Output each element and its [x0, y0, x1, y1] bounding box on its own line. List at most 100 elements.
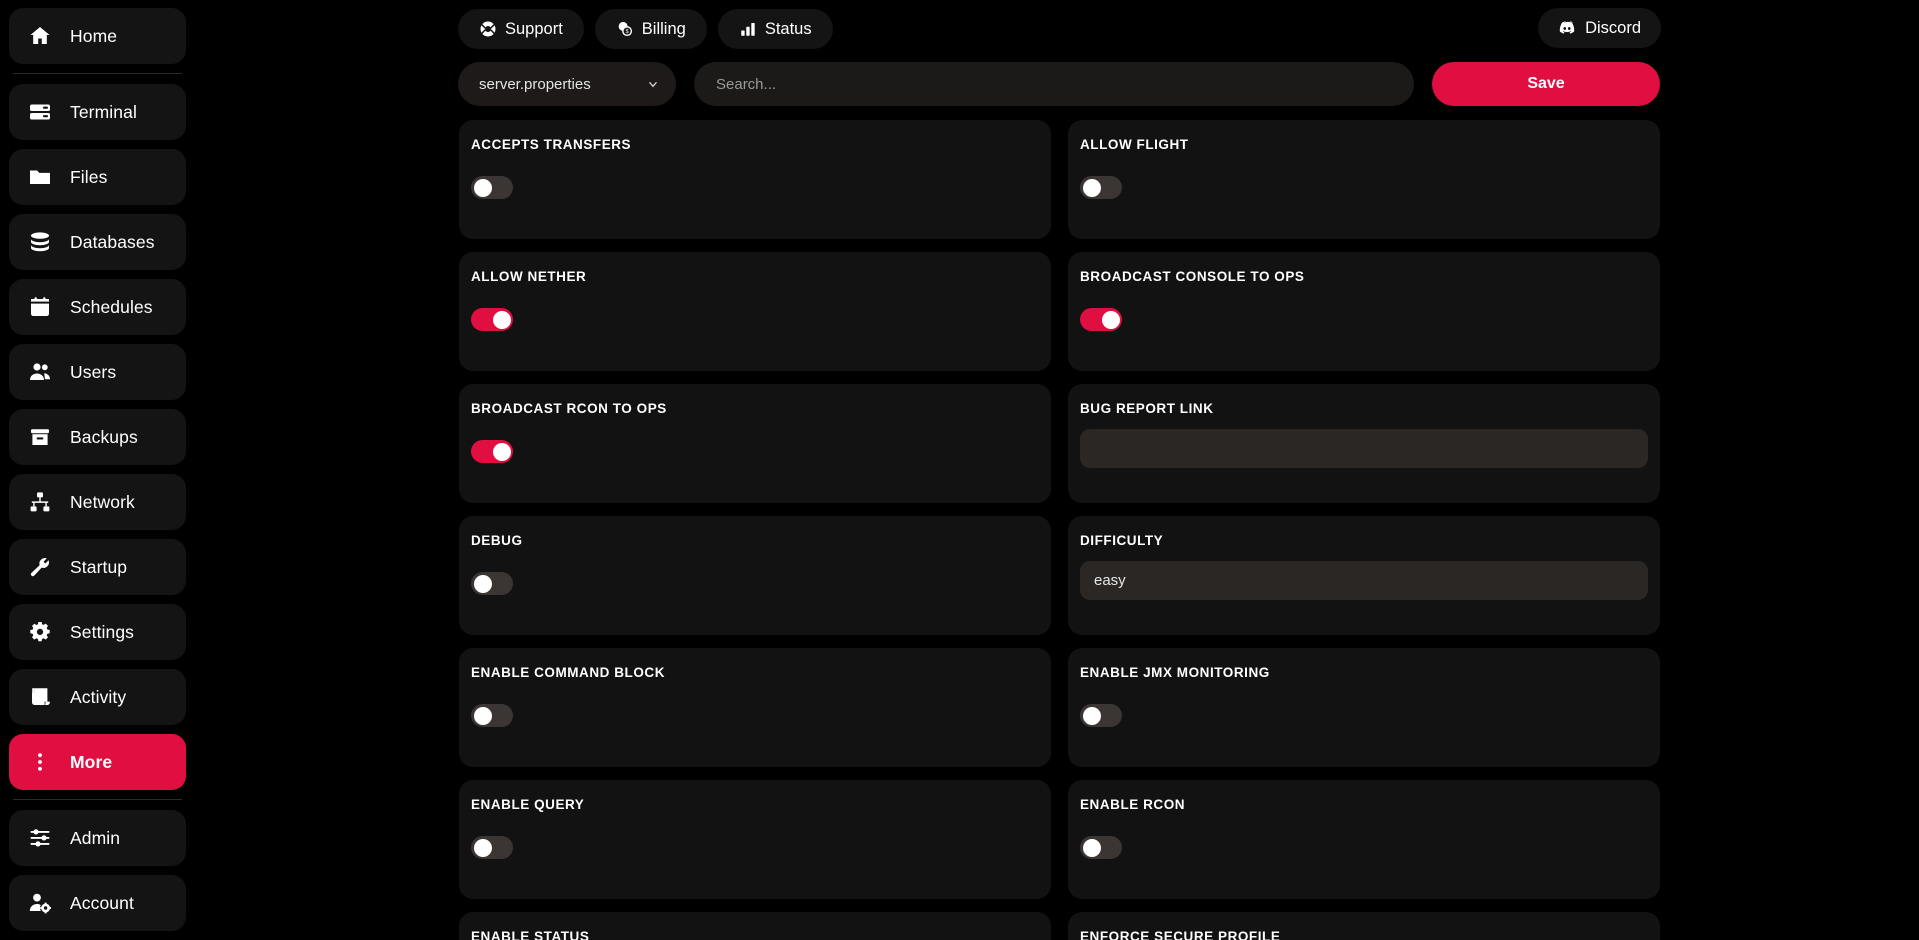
tab-billing[interactable]: $ Billing [594, 9, 707, 49]
home-icon [27, 23, 53, 49]
toggle-accepts-transfers[interactable] [471, 176, 513, 199]
sidebar-item-label: Schedules [70, 296, 153, 317]
setting-card-enable-jmx-monitoring: Enable Jmx Monitoring [1068, 648, 1660, 767]
sidebar-item-home[interactable]: Home [9, 8, 186, 64]
sidebar-divider [13, 73, 182, 74]
app-root: Home Terminal Files Databases Schedules Users… [0, 0, 1919, 940]
toggle-enable-jmx-monitoring[interactable] [1080, 704, 1122, 727]
setting-card-enable-query: Enable Query [459, 780, 1051, 899]
calendar-icon [27, 294, 53, 320]
tab-label: Billing [641, 19, 686, 38]
file-select-value: server.properties [479, 75, 591, 93]
toggle-enable-rcon[interactable] [1080, 836, 1122, 859]
toggle-knob [492, 442, 511, 461]
setting-title: Debug [471, 533, 523, 548]
toggle-enable-command-block[interactable] [471, 704, 513, 727]
sidebar-item-schedules[interactable]: Schedules [9, 279, 186, 335]
setting-title: Allow Flight [1080, 137, 1189, 152]
discord-button[interactable]: Discord [1538, 8, 1661, 48]
setting-card-bug-report-link: Bug Report Link [1068, 384, 1660, 503]
setting-title: Enable Status [471, 929, 590, 940]
sidebar-item-label: Admin [70, 827, 121, 848]
toggle-knob [473, 838, 492, 857]
sidebar-item-account[interactable]: Account [9, 875, 186, 931]
toggle-allow-flight[interactable] [1080, 176, 1122, 199]
toggle-knob [1101, 310, 1120, 329]
toggle-debug[interactable] [471, 572, 513, 595]
top-bar: Support $ Billing Status Discord [458, 8, 1661, 50]
sidebar-item-backups[interactable]: Backups [9, 409, 186, 465]
bar-chart-icon [739, 20, 757, 38]
sidebar-divider [13, 799, 182, 800]
scroll-icon [27, 684, 53, 710]
sidebar-item-users[interactable]: Users [9, 344, 186, 400]
sidebar-item-files[interactable]: Files [9, 149, 186, 205]
svg-text:$: $ [625, 29, 628, 35]
chevron-down-icon [646, 77, 660, 91]
wrench-icon [27, 554, 53, 580]
controls-row: server.properties Save [458, 62, 1660, 106]
coins-icon: $ [616, 20, 634, 38]
input-difficulty[interactable] [1080, 561, 1648, 600]
setting-title: Enable Jmx Monitoring [1080, 665, 1270, 680]
sliders-icon [27, 825, 53, 851]
toggle-knob [473, 574, 492, 593]
sidebar-item-label: More [70, 751, 113, 772]
gear-icon [27, 619, 53, 645]
tab-status[interactable]: Status [717, 9, 833, 49]
setting-card-accepts-transfers: Accepts Transfers [459, 120, 1051, 239]
sidebar-item-label: Activity [70, 686, 127, 707]
sidebar-item-label: Home [70, 25, 118, 46]
setting-card-difficulty: Difficulty [1068, 516, 1660, 635]
sidebar-item-label: Settings [70, 621, 135, 642]
sidebar: Home Terminal Files Databases Schedules Users… [0, 0, 195, 940]
toggle-allow-nether[interactable] [471, 308, 513, 331]
toggle-knob [473, 178, 492, 197]
sidebar-item-label: Startup [70, 556, 128, 577]
sidebar-item-databases[interactable]: Databases [9, 214, 186, 270]
setting-title: Enable Query [471, 797, 585, 812]
setting-title: Accepts Transfers [471, 137, 632, 152]
users-icon [27, 359, 53, 385]
search-input[interactable] [694, 62, 1414, 106]
setting-title: Broadcast Rcon To Ops [471, 401, 667, 416]
setting-card-enable-status: Enable Status [459, 912, 1051, 940]
setting-card-allow-nether: Allow Nether [459, 252, 1051, 371]
sidebar-item-label: Terminal [70, 101, 137, 122]
toggle-knob [492, 310, 511, 329]
toggle-broadcast-rcon-to-ops[interactable] [471, 440, 513, 463]
file-select[interactable]: server.properties [458, 62, 676, 106]
discord-label: Discord [1585, 18, 1641, 37]
sidebar-item-settings[interactable]: Settings [9, 604, 186, 660]
sidebar-item-label: Databases [70, 231, 155, 252]
setting-card-enable-command-block: Enable Command Block [459, 648, 1051, 767]
setting-title: Bug Report Link [1080, 401, 1214, 416]
toggle-broadcast-console-to-ops[interactable] [1080, 308, 1122, 331]
save-button[interactable]: Save [1432, 62, 1660, 106]
sidebar-item-network[interactable]: Network [9, 474, 186, 530]
tab-label: Status [764, 19, 812, 38]
toggle-knob [473, 706, 492, 725]
sidebar-item-label: Users [70, 361, 117, 382]
database-icon [27, 229, 53, 255]
toggle-knob [1082, 178, 1101, 197]
tab-label: Support [505, 19, 563, 38]
sidebar-item-admin[interactable]: Admin [9, 810, 186, 866]
archive-icon [27, 424, 53, 450]
sidebar-item-startup[interactable]: Startup [9, 539, 186, 595]
sidebar-item-more[interactable]: More [9, 734, 186, 790]
input-bug-report-link[interactable] [1080, 429, 1648, 468]
toggle-knob [1082, 706, 1101, 725]
settings-grid: Accepts Transfers Allow Flight Allow Nethe… [459, 120, 1660, 940]
tab-support[interactable]: Support [458, 9, 584, 49]
sidebar-item-activity[interactable]: Activity [9, 669, 186, 725]
toggle-enable-query[interactable] [471, 836, 513, 859]
sidebar-item-terminal[interactable]: Terminal [9, 84, 186, 140]
folder-icon [27, 164, 53, 190]
terminal-icon [27, 99, 53, 125]
setting-title: Enable Rcon [1080, 797, 1186, 812]
network-icon [27, 489, 53, 515]
setting-title: Difficulty [1080, 533, 1164, 548]
sidebar-item-label: Account [70, 892, 134, 913]
user-gear-icon [27, 890, 53, 916]
